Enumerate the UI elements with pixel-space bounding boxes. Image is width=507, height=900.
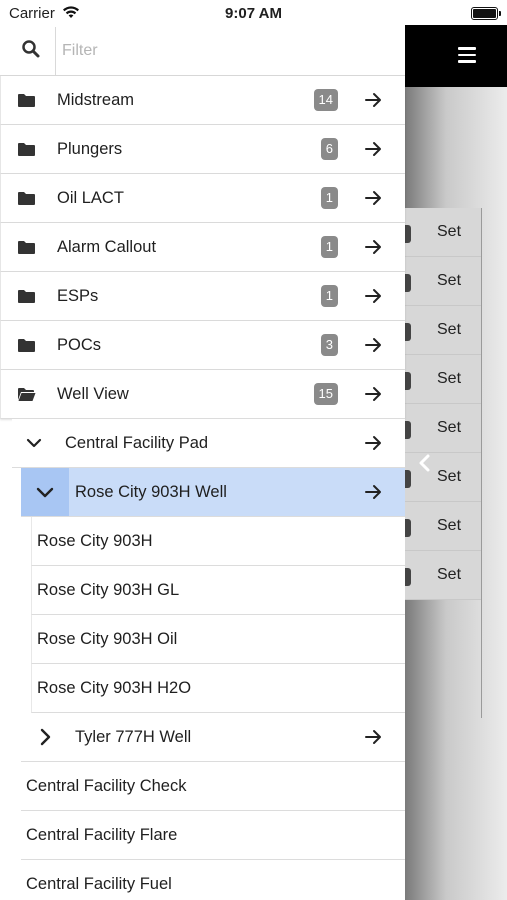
tree-item[interactable]: Central Facility Check <box>21 762 405 811</box>
tree-item-label: Central Facility Fuel <box>26 874 172 893</box>
tree-well-label: Rose City 903H Well <box>75 482 227 501</box>
tree-item[interactable]: Rose City 903H Oil <box>31 615 405 664</box>
tree-well-tyler-777h[interactable]: Tyler 777H Well <box>21 713 405 762</box>
folder-list: Midstream 14 Plungers 6 Oil LACT 1 Alarm… <box>0 76 405 900</box>
folder-row-oil-lact[interactable]: Oil LACT 1 <box>0 174 405 223</box>
tree-item[interactable]: Rose City 903H GL <box>31 566 405 615</box>
chevron-down-icon[interactable] <box>26 435 42 451</box>
arrow-right-icon[interactable] <box>365 729 383 745</box>
tree-group-label: Central Facility Pad <box>65 433 209 452</box>
arrow-right-icon[interactable] <box>365 141 383 157</box>
count-badge: 1 <box>320 236 338 258</box>
background-app: Set Set Set Set Set Set Set Set <box>403 25 507 900</box>
hamburger-menu-icon[interactable] <box>458 47 476 63</box>
folder-icon <box>18 240 35 254</box>
tree-well-rose-city-903h[interactable]: Rose City 903H Well <box>21 468 405 517</box>
background-set-row[interactable]: Set <box>403 502 481 551</box>
folder-label: ESPs <box>57 286 99 305</box>
folder-row-well-view[interactable]: Well View 15 <box>0 370 405 419</box>
status-bar: Carrier 9:07 AM <box>0 0 507 27</box>
count-badge: 15 <box>313 383 338 405</box>
count-badge: 14 <box>313 89 338 111</box>
tree-group-central-facility-pad[interactable]: Central Facility Pad <box>12 419 405 468</box>
chevron-right-icon[interactable] <box>36 728 54 746</box>
folder-icon <box>18 338 35 352</box>
filter-divider <box>55 27 56 76</box>
count-badge: 6 <box>320 138 338 160</box>
navigation-drawer: Midstream 14 Plungers 6 Oil LACT 1 Alarm… <box>0 27 405 900</box>
background-set-list: Set Set Set Set Set Set Set Set <box>403 208 481 600</box>
arrow-right-icon[interactable] <box>365 484 383 500</box>
count-badge: 1 <box>320 285 338 307</box>
filter-input[interactable] <box>62 38 382 64</box>
folder-label: Plungers <box>57 139 123 158</box>
search-icon <box>22 40 40 58</box>
background-set-row[interactable]: Set <box>403 257 481 306</box>
folder-row-pocs[interactable]: POCs 3 <box>0 321 405 370</box>
arrow-right-icon[interactable] <box>365 92 383 108</box>
folder-label: Alarm Callout <box>57 237 157 256</box>
folder-icon <box>18 93 35 107</box>
tree-item[interactable]: Central Facility Flare <box>21 811 405 860</box>
background-set-row[interactable]: Set <box>403 306 481 355</box>
tree-item-label: Central Facility Flare <box>26 825 178 844</box>
filter-bar <box>0 27 405 76</box>
chevron-down-icon[interactable] <box>36 483 54 501</box>
collapse-drawer-chevron-icon[interactable] <box>417 453 431 473</box>
battery-icon <box>471 7 501 20</box>
background-set-row[interactable]: Set <box>403 355 481 404</box>
arrow-right-icon[interactable] <box>365 288 383 304</box>
clock: 9:07 AM <box>225 5 282 22</box>
count-badge: 3 <box>320 334 338 356</box>
background-set-row[interactable]: Set <box>403 404 481 453</box>
folder-icon <box>18 191 35 205</box>
count-badge: 1 <box>320 187 338 209</box>
folder-row-esps[interactable]: ESPs 1 <box>0 272 405 321</box>
background-set-row[interactable]: Set <box>403 551 481 600</box>
tree-item-label: Rose City 903H Oil <box>37 629 178 648</box>
folder-row-plungers[interactable]: Plungers 6 <box>0 125 405 174</box>
tree-item-label: Central Facility Check <box>26 776 187 795</box>
folder-icon <box>18 289 35 303</box>
background-set-row[interactable]: Set <box>403 208 481 257</box>
arrow-right-icon[interactable] <box>365 190 383 206</box>
tree-well-label: Tyler 777H Well <box>75 727 192 746</box>
arrow-right-icon[interactable] <box>365 337 383 353</box>
tree-item-label: Rose City 903H H2O <box>37 678 192 697</box>
folder-label: Well View <box>57 384 129 403</box>
arrow-right-icon[interactable] <box>365 435 383 451</box>
background-divider <box>481 208 482 718</box>
arrow-right-icon[interactable] <box>365 386 383 402</box>
tree-item-label: Rose City 903H GL <box>37 580 180 599</box>
background-header <box>405 25 507 87</box>
folder-open-icon <box>18 387 36 401</box>
folder-row-alarm-callout[interactable]: Alarm Callout 1 <box>0 223 405 272</box>
tree-item[interactable]: Central Facility Fuel <box>21 860 405 900</box>
folder-label: POCs <box>57 335 102 354</box>
folder-label: Midstream <box>57 90 135 109</box>
folder-label: Oil LACT <box>57 188 124 207</box>
folder-icon <box>18 142 35 156</box>
tree-item[interactable]: Rose City 903H H2O <box>31 664 405 713</box>
tree-item[interactable]: Rose City 903H <box>31 517 405 566</box>
folder-row-midstream[interactable]: Midstream 14 <box>0 76 405 125</box>
tree-item-label: Rose City 903H <box>37 531 153 550</box>
arrow-right-icon[interactable] <box>365 239 383 255</box>
